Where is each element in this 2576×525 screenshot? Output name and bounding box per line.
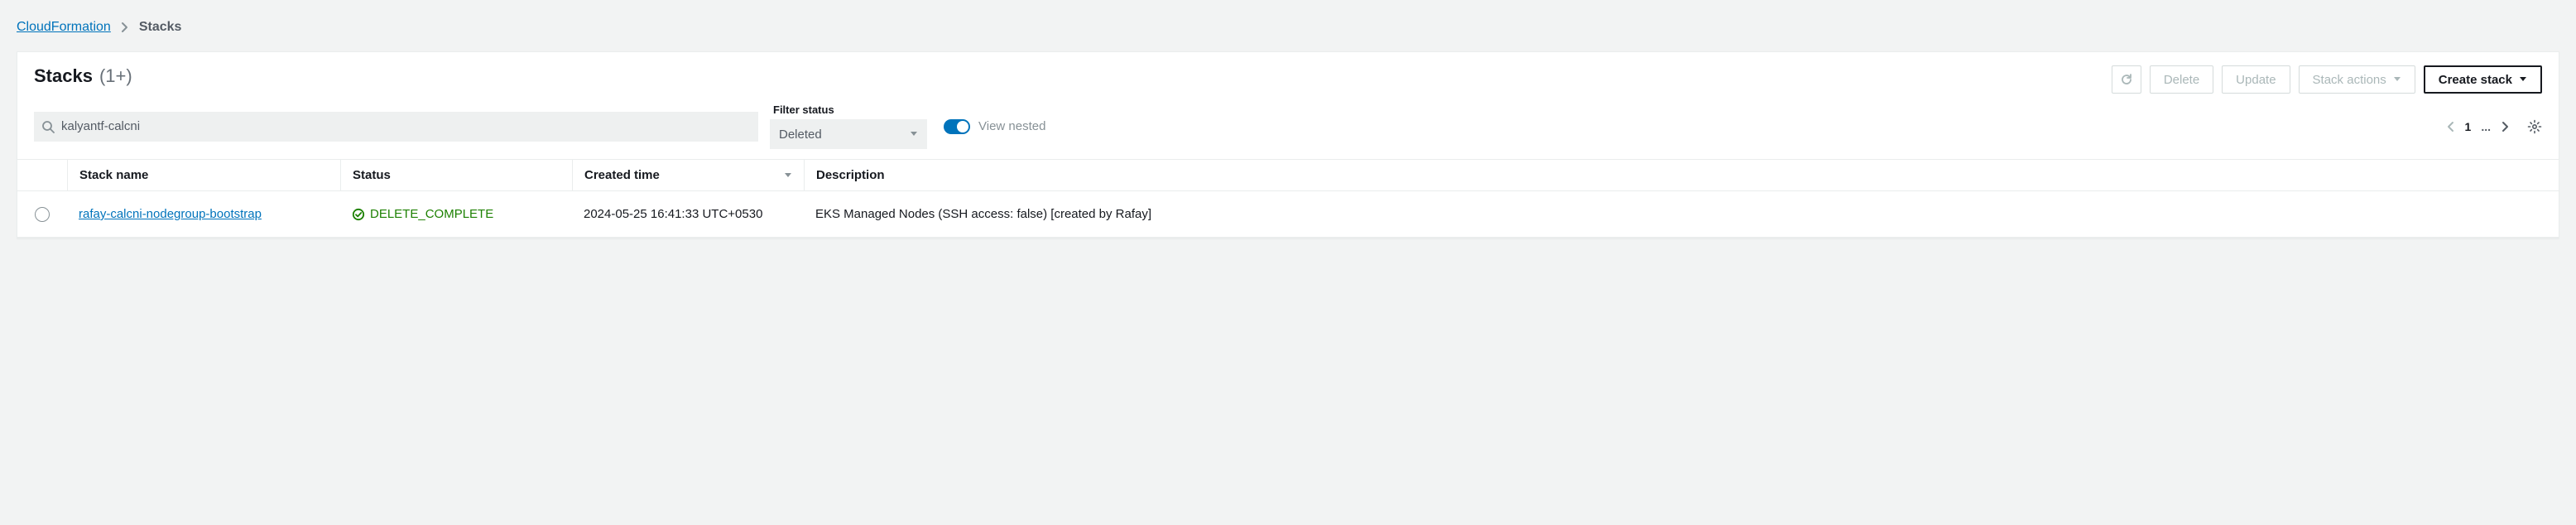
create-stack-label: Create stack (2439, 73, 2512, 87)
search-input[interactable] (61, 119, 751, 133)
table-header: Stack name Status Created time Descripti… (17, 159, 2559, 191)
pager-prev[interactable] (2445, 120, 2455, 133)
search-input-wrap[interactable] (34, 112, 758, 142)
stacks-panel: Stacks (1+) Delete Update Stack actions (17, 51, 2559, 238)
caret-down-icon (2519, 76, 2527, 83)
view-nested-toggle[interactable] (944, 119, 970, 134)
col-status[interactable]: Status (340, 160, 572, 190)
sort-desc-icon (784, 172, 792, 179)
col-status-label: Status (353, 168, 391, 182)
settings-button[interactable] (2527, 119, 2542, 134)
breadcrumb-root-link[interactable]: CloudFormation (17, 20, 111, 35)
filter-status-label: Filter status (773, 104, 927, 116)
col-stack-name-label: Stack name (79, 168, 148, 182)
filter-row: Filter status Deleted View nested 1 ... (17, 104, 2559, 159)
update-button[interactable]: Update (2222, 65, 2290, 94)
panel-header: Stacks (1+) Delete Update Stack actions (17, 52, 2559, 104)
col-description-label: Description (816, 168, 885, 182)
stack-actions-button[interactable]: Stack actions (2299, 65, 2415, 94)
refresh-button[interactable] (2112, 65, 2141, 94)
pager-ellipsis: ... (2481, 120, 2491, 133)
status-text: DELETE_COMPLETE (370, 207, 493, 221)
pager-next[interactable] (2501, 120, 2511, 133)
stack-actions-label: Stack actions (2313, 73, 2386, 87)
delete-button[interactable]: Delete (2150, 65, 2213, 94)
col-created-time-label: Created time (584, 168, 660, 182)
caret-down-icon (910, 131, 918, 137)
col-stack-name[interactable]: Stack name (67, 160, 340, 190)
view-nested-toggle-wrap: View nested (944, 119, 1045, 134)
col-select (17, 160, 67, 190)
description-text: EKS Managed Nodes (SSH access: false) [c… (815, 207, 1151, 221)
col-description[interactable]: Description (804, 160, 2559, 190)
breadcrumb-current: Stacks (139, 20, 182, 35)
filter-status-select[interactable]: Deleted (770, 119, 927, 149)
view-nested-label: View nested (978, 119, 1045, 133)
breadcrumb: CloudFormation Stacks (17, 13, 2559, 41)
table-row: rafay-calcni-nodegroup-bootstrap DELETE_… (17, 191, 2559, 238)
search-icon (41, 120, 55, 133)
row-select-radio[interactable] (35, 207, 50, 222)
create-stack-button[interactable]: Create stack (2424, 65, 2542, 94)
check-circle-icon (352, 208, 365, 221)
stack-name-link[interactable]: rafay-calcni-nodegroup-bootstrap (79, 207, 262, 221)
pager-current: 1 (2465, 120, 2472, 133)
created-time-text: 2024-05-25 16:41:33 UTC+0530 (584, 207, 762, 221)
caret-down-icon (2393, 76, 2401, 83)
filter-status-value: Deleted (779, 128, 822, 142)
page-title: Stacks (34, 65, 93, 87)
stacks-count: (1+) (99, 65, 132, 87)
status-badge: DELETE_COMPLETE (352, 207, 493, 221)
refresh-icon (2120, 73, 2133, 86)
pager: 1 ... (2445, 119, 2542, 134)
col-created-time[interactable]: Created time (572, 160, 804, 190)
chevron-right-icon (121, 22, 129, 33)
